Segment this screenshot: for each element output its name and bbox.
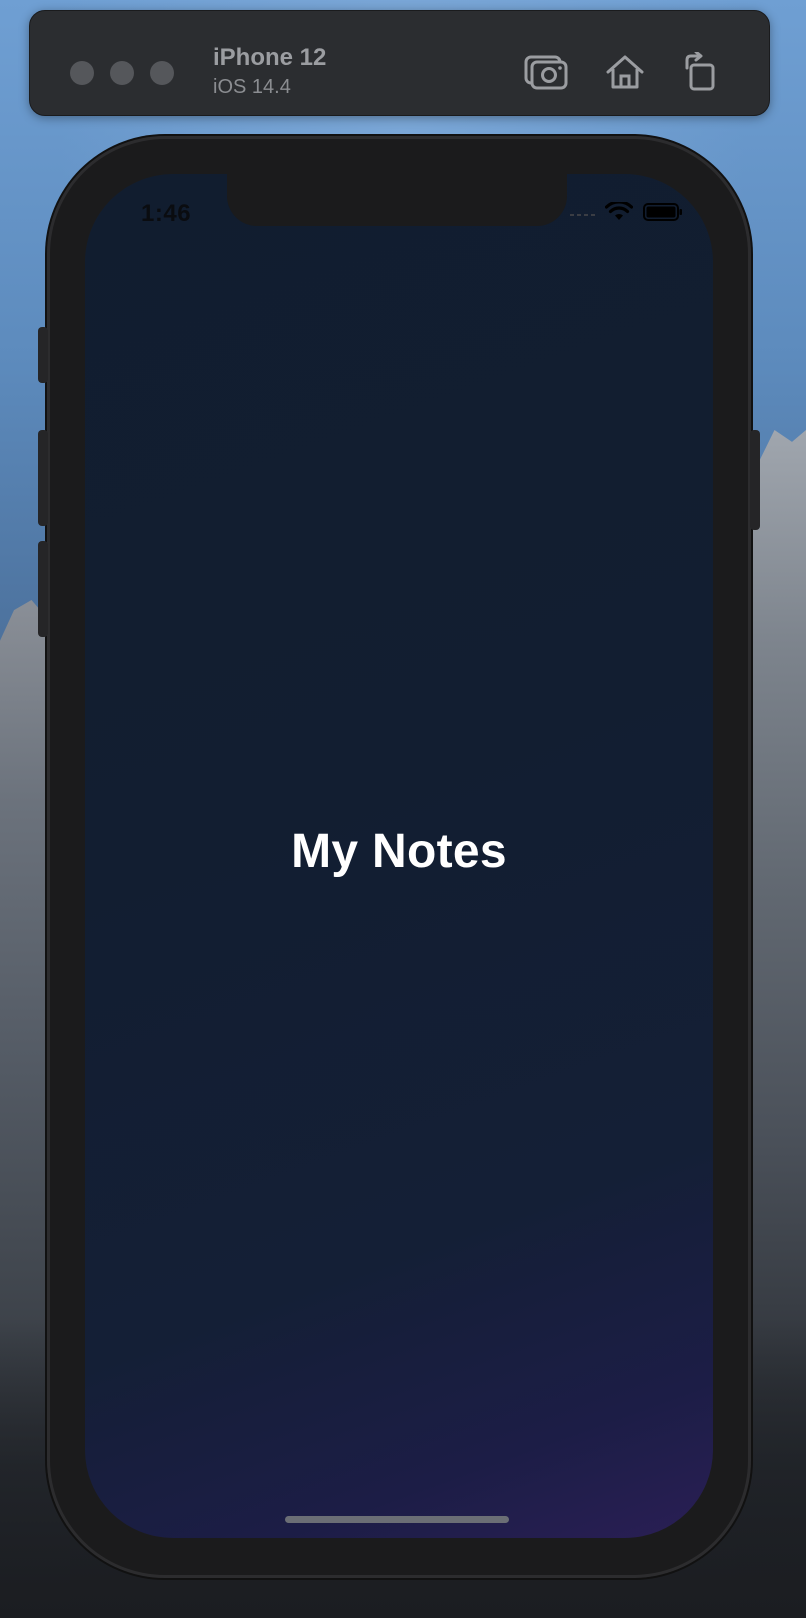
cellular-signal-icon [570, 213, 595, 216]
mute-switch [38, 327, 48, 383]
status-bar-indicators [570, 200, 683, 227]
home-icon[interactable] [602, 51, 648, 93]
notch [227, 174, 567, 226]
home-indicator[interactable] [285, 1516, 509, 1523]
window-zoom-button[interactable] [150, 61, 174, 85]
window-minimize-button[interactable] [110, 61, 134, 85]
rotate-icon[interactable] [677, 51, 723, 93]
volume-up-button [38, 430, 48, 526]
device-os-version: iOS 14.4 [213, 76, 291, 98]
status-bar-time: 1:46 [141, 200, 192, 227]
screenshot-icon[interactable] [523, 51, 569, 93]
window-close-button[interactable] [70, 61, 94, 85]
simulator-toolbar: iPhone 12 iOS 14.4 [29, 10, 770, 116]
volume-down-button [38, 541, 48, 637]
app-title: My Notes [291, 825, 507, 878]
wifi-icon [604, 200, 634, 227]
device-name: iPhone 12 [213, 44, 327, 71]
app-screen[interactable]: 1:46 My Notes [85, 174, 713, 1538]
iphone-frame: 1:46 My Notes [38, 136, 760, 1578]
power-button [750, 430, 760, 530]
battery-icon [643, 202, 683, 227]
